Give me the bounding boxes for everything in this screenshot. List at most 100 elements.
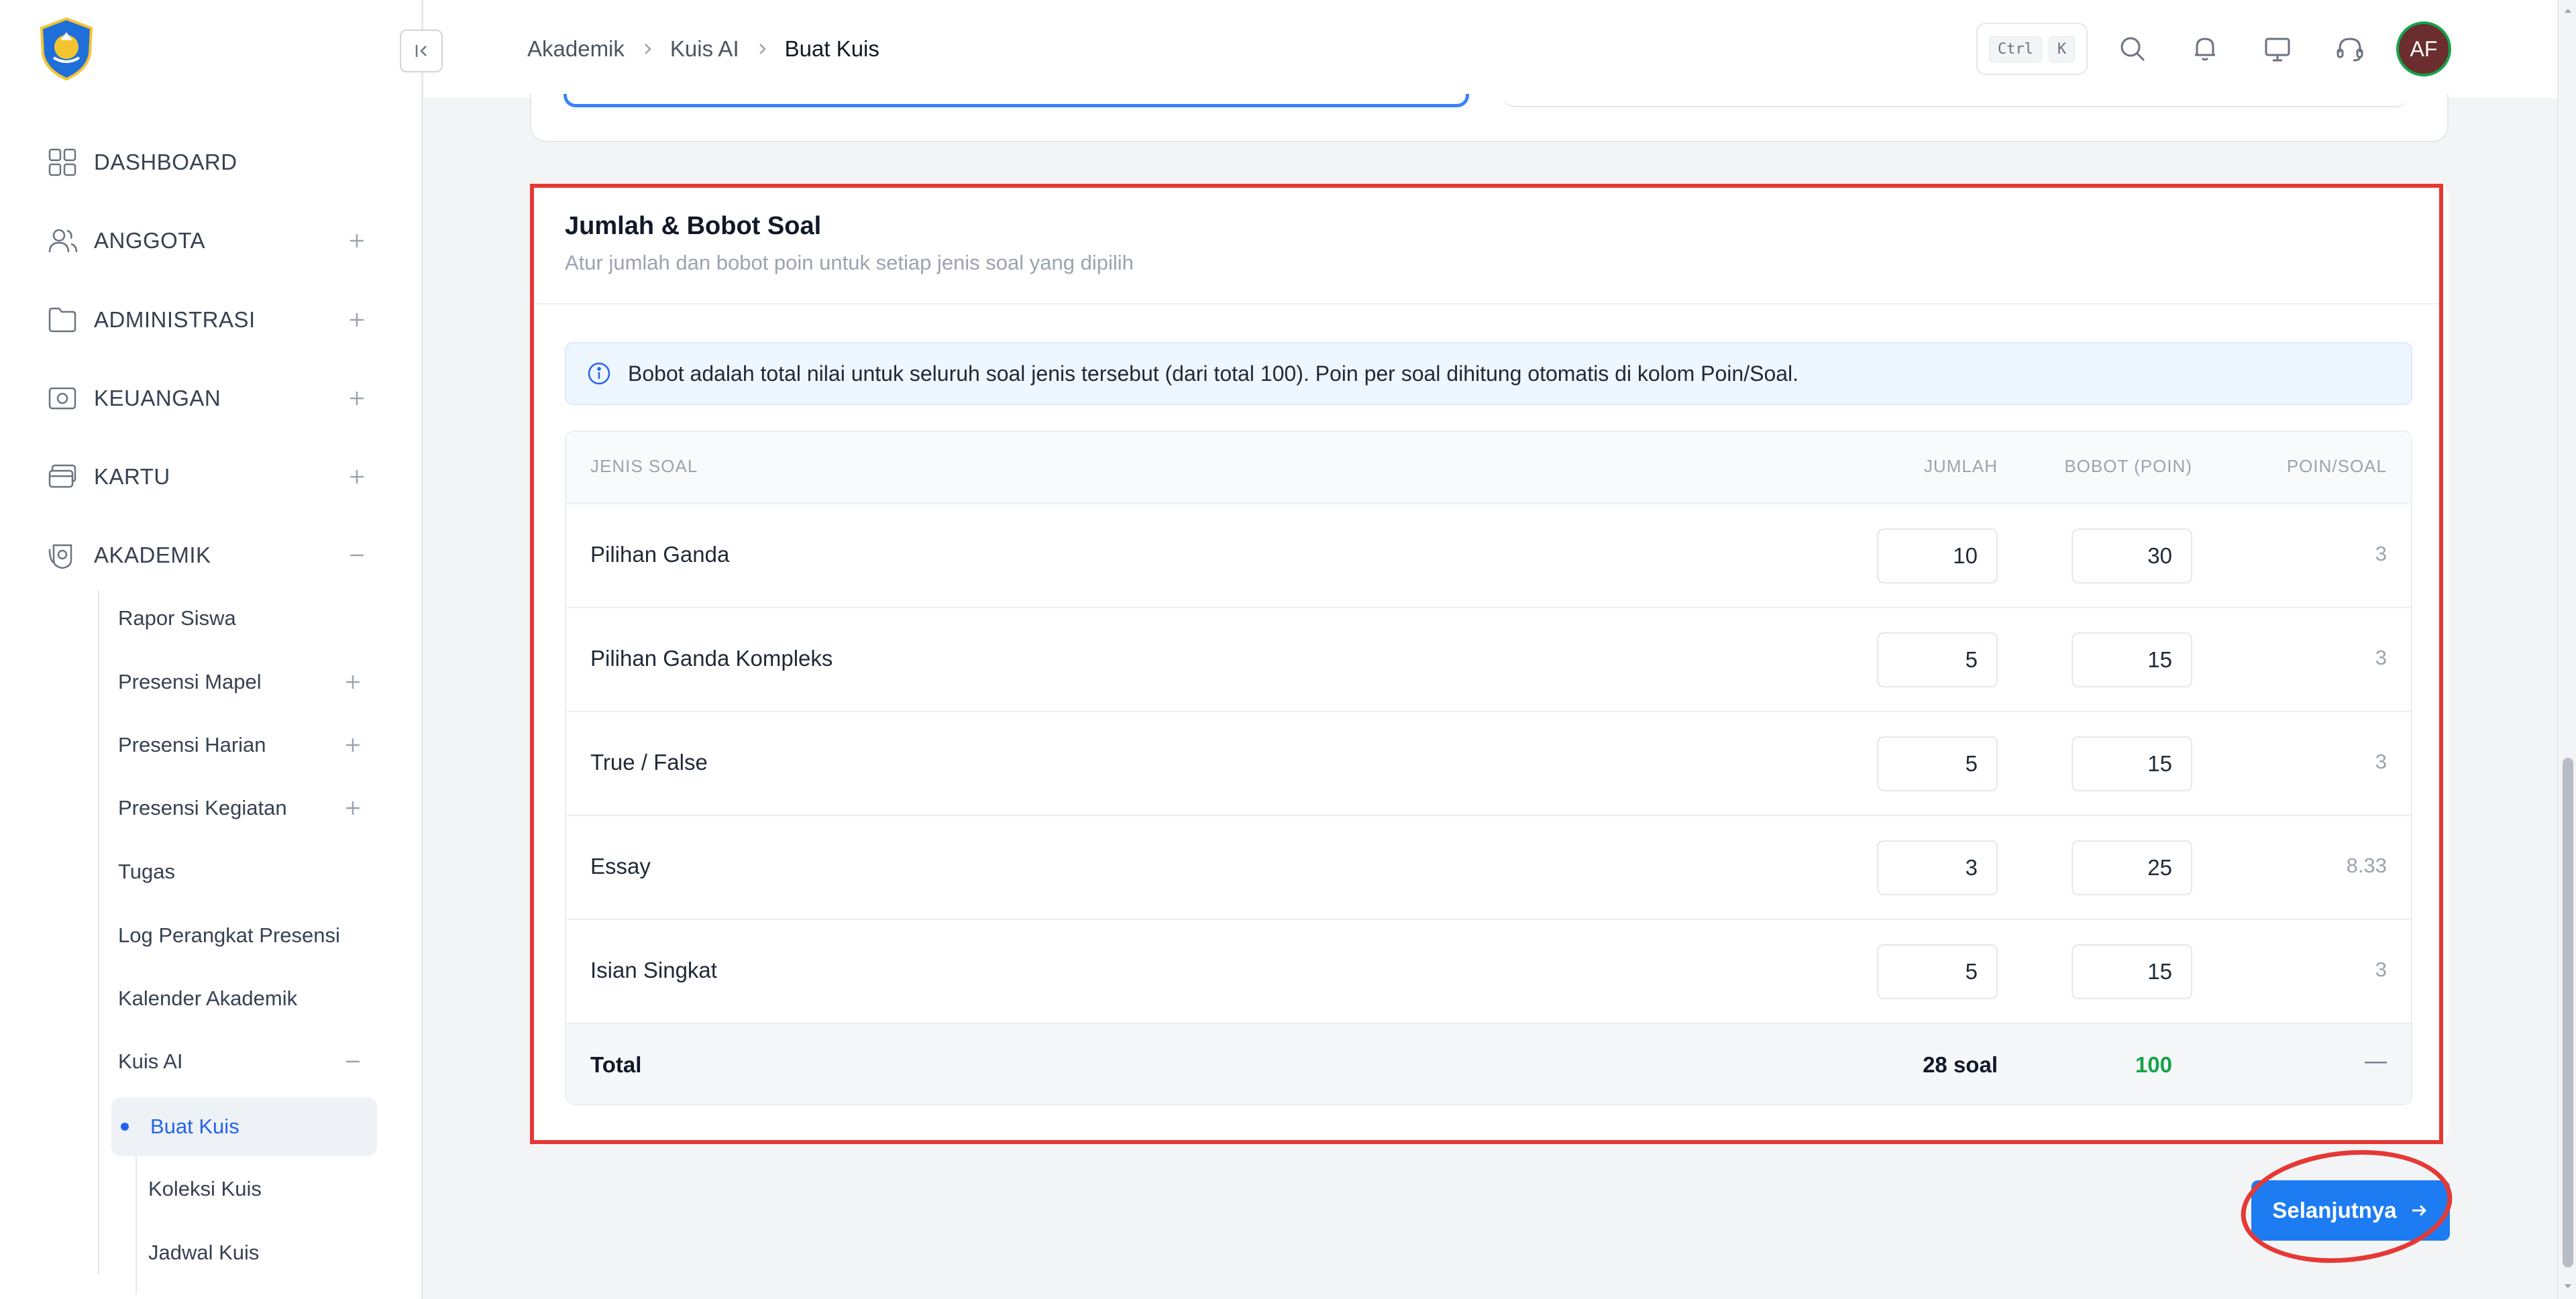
search-icon[interactable] [2116, 32, 2149, 66]
bell-icon[interactable] [2188, 32, 2222, 66]
submenu-rail [98, 590, 99, 1274]
plus-icon[interactable] [345, 465, 369, 489]
headset-icon[interactable] [2333, 32, 2367, 66]
count-input[interactable] [1877, 840, 1998, 895]
plus-icon[interactable] [341, 670, 365, 694]
sidebar-sub-rapor-siswa[interactable]: Rapor Siswa [118, 598, 236, 638]
sidebar-sub-tugas[interactable]: Tugas [118, 852, 175, 892]
collapse-sidebar-button[interactable] [400, 30, 443, 72]
weight-input[interactable] [2072, 632, 2192, 687]
sidebar-sub-kuis-ai[interactable]: Kuis AI [118, 1041, 183, 1082]
question-type: Pilihan Ganda [590, 542, 730, 567]
plus-icon[interactable] [345, 386, 369, 410]
sidebar-sub-presensi-kegiatan[interactable]: Presensi Kegiatan [118, 788, 287, 828]
scrollbar-thumb[interactable] [2563, 758, 2573, 1267]
weight-input[interactable] [2072, 944, 2192, 999]
table-row: True / False 3 [566, 712, 2411, 816]
sidebar-sub-buat-kuis[interactable]: Buat Kuis [111, 1097, 377, 1156]
command-palette-shortcut[interactable]: Ctrl K [1976, 23, 2088, 75]
plus-icon[interactable] [345, 229, 369, 253]
sidebar-item-akademik[interactable]: AKADEMIK [47, 535, 369, 575]
count-input[interactable] [1877, 632, 1998, 687]
breadcrumb-akademik[interactable]: Akademik [527, 36, 625, 62]
total-per: — [2365, 1048, 2387, 1073]
sidebar-item-administrasi[interactable]: ADMINISTRASI [47, 300, 369, 340]
question-type: Essay [590, 854, 651, 879]
sidebar-item-kartu[interactable]: KARTU [47, 457, 369, 497]
header-jumlah: JUMLAH [1923, 456, 1998, 476]
minus-icon[interactable] [341, 1050, 365, 1074]
table-row: Pilihan Ganda 3 [566, 504, 2411, 608]
sidebar-sub-log-perangkat[interactable]: Log Perangkat Presensi [118, 915, 340, 956]
page-scrollbar[interactable] [2557, 0, 2576, 1299]
info-alert: Bobot adalah total nilai untuk seluruh s… [565, 342, 2412, 405]
points-per-question: 3 [2375, 958, 2387, 981]
question-type: Isian Singkat [590, 958, 717, 982]
table-header: JENIS SOAL JUMLAH BOBOT (POIN) POIN/SOAL [566, 432, 2411, 504]
sidebar-item-keuangan[interactable]: KEUANGAN [47, 378, 369, 418]
question-type: Pilihan Ganda Kompleks [590, 646, 833, 671]
scroll-up-icon[interactable] [2563, 5, 2573, 16]
sidebar-sub-label: Koleksi Kuis [148, 1177, 262, 1200]
collapse-left-icon [415, 45, 427, 57]
breadcrumb-current: Buat Kuis [784, 36, 879, 61]
grid-icon [48, 148, 76, 176]
minus-icon[interactable] [345, 543, 369, 567]
breadcrumb: Akademik Kuis AI Buat Kuis [527, 32, 879, 66]
breadcrumb-kuis-ai[interactable]: Kuis AI [670, 36, 739, 62]
sidebar-sub-presensi-mapel[interactable]: Presensi Mapel [118, 662, 262, 702]
sidebar-sub-kalender-akademik[interactable]: Kalender Akademik [118, 978, 297, 1019]
next-button[interactable]: Selanjutnya [2251, 1180, 2450, 1241]
sidebar-item-label: KARTU [94, 464, 170, 489]
sidebar-item-label: ADMINISTRASI [94, 307, 256, 332]
arrow-right-icon [2412, 1204, 2426, 1217]
camera-icon [48, 387, 76, 410]
card-title: Jumlah & Bobot Soal [565, 212, 822, 240]
next-button-label: Selanjutnya [2272, 1198, 2397, 1223]
sidebar-item-dashboard[interactable]: DASHBOARD [47, 142, 369, 182]
cards-icon [48, 464, 76, 488]
sidebar-sub-label: Jadwal Kuis [148, 1241, 260, 1264]
count-input[interactable] [1877, 944, 1998, 999]
previous-option[interactable] [1503, 94, 2408, 107]
scroll-down-icon[interactable] [2563, 1281, 2573, 1292]
sidebar-item-anggota[interactable]: ANGGOTA [47, 221, 369, 261]
sidebar-item-label: KEUANGAN [94, 386, 221, 410]
weight-input[interactable] [2072, 736, 2192, 791]
avatar[interactable]: AF [2396, 21, 2451, 76]
total-count: 28 soal [1923, 1052, 1998, 1077]
table-row: Isian Singkat 3 [566, 920, 2411, 1024]
sidebar-item-label: DASHBOARD [94, 150, 237, 174]
plus-icon[interactable] [341, 733, 365, 757]
chevron-right-icon [645, 44, 651, 54]
folder-icon [48, 307, 76, 333]
sidebar-sub-presensi-harian[interactable]: Presensi Harian [118, 725, 266, 765]
sidebar-sub-label: Log Perangkat Presensi [118, 923, 340, 947]
table-total-row: Total 28 soal 100 — [566, 1024, 2411, 1104]
card-subtitle: Atur jumlah dan bobot poin untuk setiap … [565, 251, 1134, 274]
sidebar-sub-label: Kalender Akademik [118, 986, 298, 1010]
monitor-icon[interactable] [2261, 32, 2294, 66]
previous-selected-option[interactable] [564, 94, 1469, 107]
points-per-question: 3 [2375, 646, 2387, 669]
sidebar-sub-jadwal-kuis[interactable]: Jadwal Kuis [148, 1233, 259, 1273]
chevron-right-icon [759, 44, 766, 54]
weight-input[interactable] [2072, 528, 2192, 583]
info-text: Bobot adalah total nilai untuk seluruh s… [628, 361, 1799, 386]
header-jenis-soal: JENIS SOAL [590, 456, 698, 476]
tut-wuri-logo[interactable] [34, 16, 99, 82]
plus-icon[interactable] [345, 308, 369, 332]
plus-icon[interactable] [341, 796, 365, 820]
sidebar-sub-koleksi-kuis[interactable]: Koleksi Kuis [148, 1169, 262, 1209]
sidebar-sub-label: Presensi Kegiatan [118, 796, 287, 820]
sidebar-sub-label: Presensi Mapel [118, 670, 262, 693]
header-poin-soal: POIN/SOAL [2286, 456, 2387, 476]
count-input[interactable] [1877, 528, 1998, 583]
academic-icon [48, 544, 72, 569]
kbd-ctrl: Ctrl [1988, 36, 2042, 62]
weight-input[interactable] [2072, 840, 2192, 895]
count-input[interactable] [1877, 736, 1998, 791]
question-weight-table: JENIS SOAL JUMLAH BOBOT (POIN) POIN/SOAL… [565, 431, 2412, 1105]
points-per-question: 3 [2375, 542, 2387, 565]
header-bobot: BOBOT (POIN) [2064, 456, 2192, 476]
